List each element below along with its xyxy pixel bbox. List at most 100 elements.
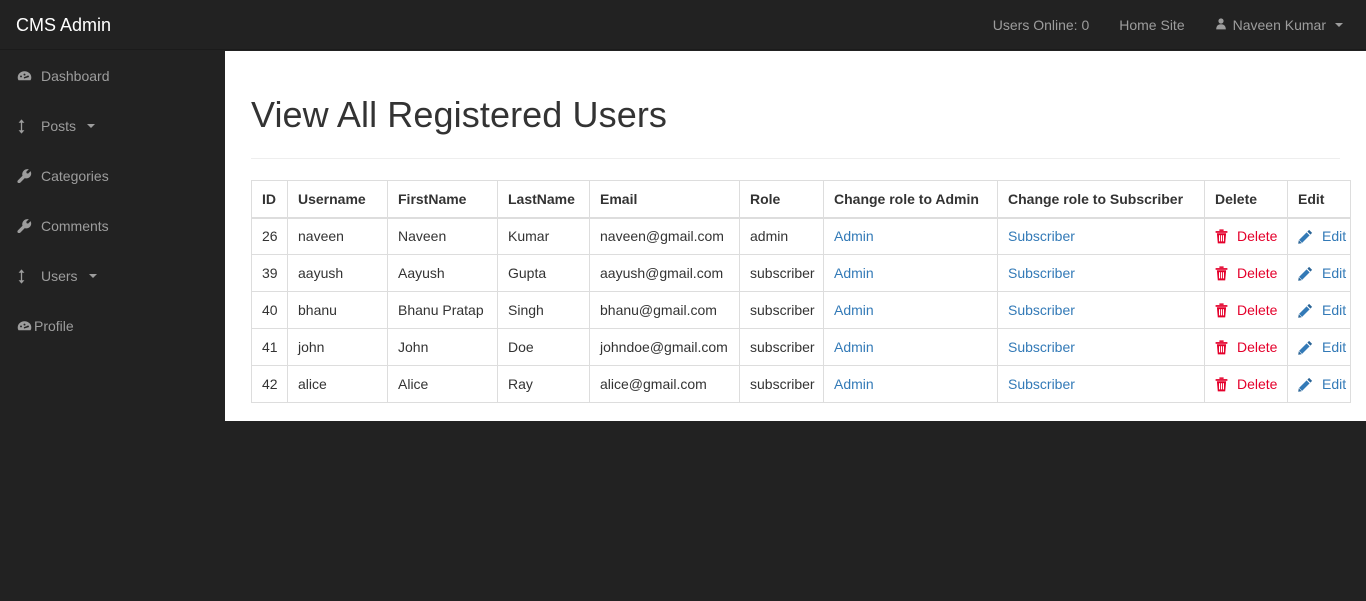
sidebar-item-label: Posts xyxy=(41,118,77,134)
home-site-label: Home Site xyxy=(1119,16,1185,33)
column-header-change-sub: Change role to Subscriber xyxy=(997,180,1205,219)
cell-delete: Delete xyxy=(1204,254,1288,292)
content-inner: View All Registered Users ID Username Fi… xyxy=(225,51,1366,403)
users-online-status[interactable]: Users Online: 0 xyxy=(978,0,1104,50)
sidebar-item-users[interactable]: Users xyxy=(0,251,225,301)
column-header-firstname: FirstName xyxy=(387,180,498,219)
user-menu-dropdown[interactable]: Naveen Kumar xyxy=(1200,0,1358,50)
change-role-subscriber-link[interactable]: Subscriber xyxy=(1008,376,1075,392)
change-role-admin-link[interactable]: Admin xyxy=(834,302,874,318)
arrows-v-icon xyxy=(17,268,35,284)
change-role-admin-link[interactable]: Admin xyxy=(834,339,874,355)
column-header-id: ID xyxy=(251,180,288,219)
edit-link[interactable]: Edit xyxy=(1322,265,1346,281)
admin-page: CMS Admin Users Online: 0 Home Site Nave… xyxy=(0,0,1366,601)
cell-email: johndoe@gmail.com xyxy=(589,328,740,366)
table-header-row: ID Username FirstName LastName Email Rol… xyxy=(251,180,1351,219)
chevron-down-icon xyxy=(87,124,96,128)
delete-link[interactable]: Delete xyxy=(1237,228,1277,244)
change-role-subscriber-link[interactable]: Subscriber xyxy=(1008,339,1075,355)
sidebar-item-dashboard[interactable]: Dashboard xyxy=(0,51,225,101)
cell-email: bhanu@gmail.com xyxy=(589,291,740,329)
column-header-delete: Delete xyxy=(1204,180,1288,219)
cell-change-to-admin: Admin xyxy=(823,291,998,329)
cell-id: 40 xyxy=(251,291,288,329)
chevron-down-icon xyxy=(1335,22,1343,27)
cell-change-to-admin: Admin xyxy=(823,328,998,366)
cell-lastname: Ray xyxy=(497,365,590,403)
delete-link[interactable]: Delete xyxy=(1237,339,1277,355)
tachometer-icon xyxy=(17,320,34,333)
change-role-subscriber-link[interactable]: Subscriber xyxy=(1008,228,1075,244)
edit-link[interactable]: Edit xyxy=(1322,376,1346,392)
cell-role: subscriber xyxy=(739,365,824,403)
pencil-icon[interactable] xyxy=(1298,229,1313,244)
cell-edit: Edit xyxy=(1287,291,1351,329)
trash-icon[interactable] xyxy=(1215,265,1228,281)
change-role-subscriber-link[interactable]: Subscriber xyxy=(1008,265,1075,281)
sidebar-item-profile[interactable]: Profile xyxy=(0,301,225,351)
trash-icon[interactable] xyxy=(1215,339,1228,355)
table-row: 41 john John Doe johndoe@gmail.com subsc… xyxy=(251,328,1351,366)
cell-email: alice@gmail.com xyxy=(589,365,740,403)
sidebar-item-categories[interactable]: Categories xyxy=(0,151,225,201)
edit-link[interactable]: Edit xyxy=(1322,339,1346,355)
delete-link[interactable]: Delete xyxy=(1237,265,1277,281)
edit-link[interactable]: Edit xyxy=(1322,302,1346,318)
cell-change-to-subscriber: Subscriber xyxy=(997,291,1205,329)
cell-username: john xyxy=(287,328,388,366)
change-role-admin-link[interactable]: Admin xyxy=(834,265,874,281)
sidebar-item-label: Users xyxy=(41,268,78,284)
top-navbar: CMS Admin Users Online: 0 Home Site Nave… xyxy=(0,0,1366,50)
cell-role: subscriber xyxy=(739,328,824,366)
pencil-icon[interactable] xyxy=(1298,377,1313,392)
cell-username: naveen xyxy=(287,217,388,255)
change-role-subscriber-link[interactable]: Subscriber xyxy=(1008,302,1075,318)
pencil-icon[interactable] xyxy=(1298,303,1313,318)
cell-edit: Edit xyxy=(1287,365,1351,403)
cell-role: subscriber xyxy=(739,254,824,292)
cell-firstname: John xyxy=(387,328,498,366)
cell-role: subscriber xyxy=(739,291,824,329)
column-header-change-admin: Change role to Admin xyxy=(823,180,998,219)
column-header-email: Email xyxy=(589,180,740,219)
table-head: ID Username FirstName LastName Email Rol… xyxy=(251,180,1351,219)
cell-change-to-admin: Admin xyxy=(823,254,998,292)
brand-link[interactable]: CMS Admin xyxy=(0,0,126,50)
cell-role: admin xyxy=(739,217,824,255)
table-body: 26 naveen Naveen Kumar naveen@gmail.com … xyxy=(251,217,1351,403)
pencil-icon[interactable] xyxy=(1298,340,1313,355)
top-nav-items: Users Online: 0 Home Site Naveen Kumar xyxy=(978,0,1366,50)
delete-link[interactable]: Delete xyxy=(1237,302,1277,318)
cell-delete: Delete xyxy=(1204,291,1288,329)
change-role-admin-link[interactable]: Admin xyxy=(834,228,874,244)
cell-delete: Delete xyxy=(1204,217,1288,255)
sidebar-item-label: Profile xyxy=(34,318,74,334)
change-role-admin-link[interactable]: Admin xyxy=(834,376,874,392)
sidebar-item-label: Dashboard xyxy=(41,68,110,84)
page-title: View All Registered Users xyxy=(251,94,668,135)
delete-link[interactable]: Delete xyxy=(1237,376,1277,392)
cell-edit: Edit xyxy=(1287,217,1351,255)
users-online-label: Users Online: 0 xyxy=(992,16,1090,33)
cell-lastname: Kumar xyxy=(497,217,590,255)
column-header-lastname: LastName xyxy=(497,180,590,219)
home-site-link[interactable]: Home Site xyxy=(1104,0,1199,50)
sidebar-item-label: Categories xyxy=(41,168,109,184)
trash-icon[interactable] xyxy=(1215,302,1228,318)
main-content: View All Registered Users ID Username Fi… xyxy=(225,51,1366,421)
cell-edit: Edit xyxy=(1287,328,1351,366)
cell-firstname: Aayush xyxy=(387,254,498,292)
sidebar-item-posts[interactable]: Posts xyxy=(0,101,225,151)
edit-link[interactable]: Edit xyxy=(1322,228,1346,244)
tachometer-icon xyxy=(17,70,35,83)
sidebar-item-comments[interactable]: Comments xyxy=(0,201,225,251)
trash-icon[interactable] xyxy=(1215,229,1228,244)
chevron-down-icon xyxy=(88,274,97,278)
trash-icon[interactable] xyxy=(1215,376,1228,392)
pencil-icon[interactable] xyxy=(1298,266,1313,281)
wrench-icon xyxy=(17,169,35,183)
sidebar-item-label: Comments xyxy=(41,218,109,234)
column-header-edit: Edit xyxy=(1287,180,1351,219)
cell-id: 39 xyxy=(251,254,288,292)
